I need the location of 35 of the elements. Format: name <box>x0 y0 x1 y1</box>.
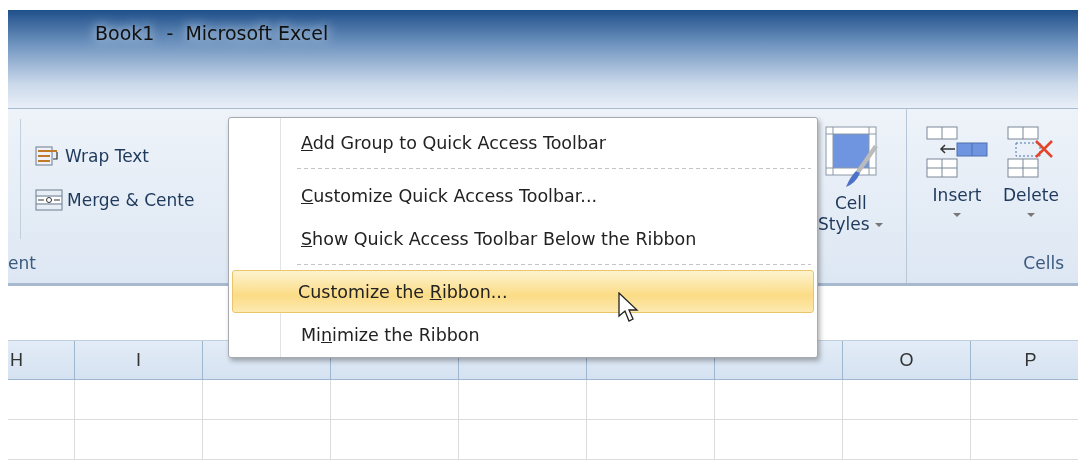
table-cell[interactable] <box>459 420 587 460</box>
table-cell[interactable] <box>331 380 459 420</box>
column-header[interactable]: H <box>8 341 75 379</box>
table-cell[interactable] <box>8 420 75 460</box>
column-header[interactable]: P <box>971 341 1078 379</box>
menu-item[interactable]: Customize the Ribbon... <box>232 270 814 313</box>
table-cell[interactable] <box>587 420 715 460</box>
table-cell[interactable] <box>715 380 843 420</box>
cell-styles-button[interactable]: Cell Styles <box>818 125 884 236</box>
table-cell[interactable] <box>587 380 715 420</box>
table-cell[interactable] <box>75 380 203 420</box>
menu-item[interactable]: Customize Quick Access Toolbar... <box>232 174 814 217</box>
wrap-text-icon <box>35 145 61 167</box>
delete-cells-icon <box>1005 125 1056 179</box>
table-cell[interactable] <box>75 420 203 460</box>
table-cell[interactable] <box>203 420 331 460</box>
menu-item[interactable]: Minimize the Ribbon <box>232 313 814 356</box>
merge-cells-icon <box>35 189 63 211</box>
table-cell[interactable] <box>843 420 971 460</box>
insert-button[interactable]: Insert <box>925 125 989 253</box>
table-cell[interactable] <box>203 380 331 420</box>
menu-item[interactable]: Show Quick Access Toolbar Below the Ribbon <box>232 217 814 260</box>
table-cell[interactable] <box>331 420 459 460</box>
table-cell[interactable] <box>843 380 971 420</box>
delete-button[interactable]: Delete <box>1003 125 1059 253</box>
column-header[interactable]: O <box>843 341 971 379</box>
column-header[interactable]: I <box>75 341 203 379</box>
group-label: Cells <box>1023 253 1065 275</box>
window-title: Book1 - Microsoft Excel <box>95 22 329 44</box>
table-cell[interactable] <box>459 380 587 420</box>
table-cell[interactable] <box>715 420 843 460</box>
group-label: ent <box>8 253 37 275</box>
table-cell[interactable] <box>8 380 75 420</box>
insert-cells-icon <box>925 125 989 179</box>
mouse-pointer-icon <box>618 292 640 324</box>
